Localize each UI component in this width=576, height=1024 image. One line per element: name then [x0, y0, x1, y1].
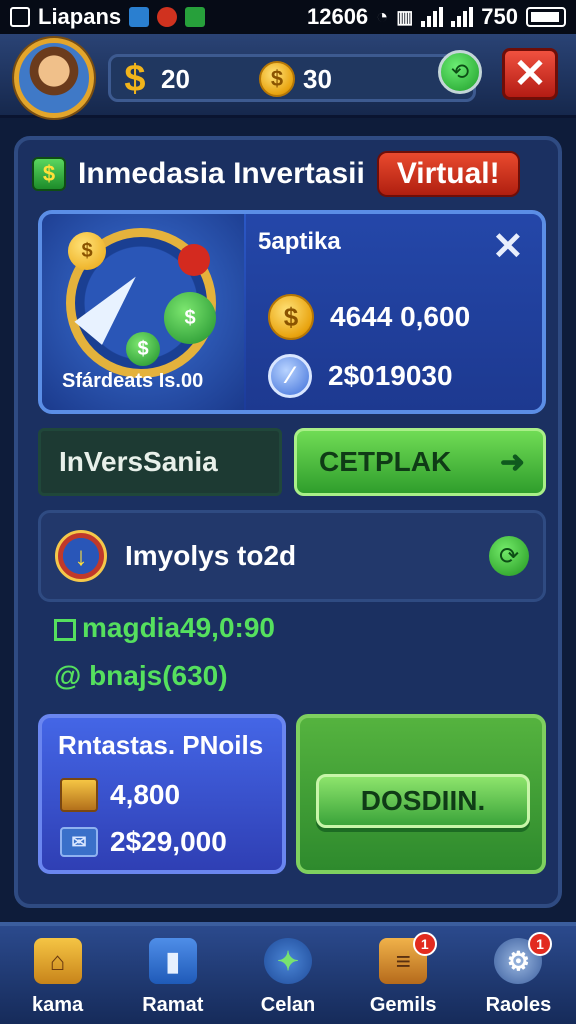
game-notification-icon: [157, 7, 178, 27]
player-avatar[interactable]: [14, 38, 94, 118]
green-line-2: @ bnajs(630): [54, 660, 228, 691]
card-label: Sfárdeats Is.00: [62, 370, 204, 392]
currency-1: $ 20: [117, 57, 190, 100]
action-button[interactable]: CETPLAK ➜: [294, 428, 546, 496]
shield-icon: ↓: [55, 530, 107, 582]
carrier-label: Liapans: [38, 4, 122, 29]
chest-icon: [60, 778, 98, 812]
rental-row-2: ✉ 2$29,000: [60, 826, 227, 858]
nav-label: Raoles: [485, 994, 552, 1016]
nav-label: kama: [32, 994, 84, 1016]
nav-label: Gemils: [369, 994, 437, 1016]
currency-bar: $ 20 $ 30: [108, 54, 476, 102]
blue-token-icon: ⁄: [268, 354, 312, 398]
refresh-icon[interactable]: ⟳: [489, 536, 529, 576]
coin-icon: $: [259, 61, 295, 97]
invest-label: InVersSania: [38, 428, 282, 496]
info-text: Imyolys to2d: [125, 540, 297, 571]
vibrate-icon: ▥: [396, 6, 414, 27]
notification-badge: 1: [412, 932, 437, 956]
nav-item-raoles[interactable]: ⚙ 1 Raoles: [461, 926, 576, 1024]
panel-title-row: $ Inmedasia Invertasii Virtual!: [32, 150, 552, 198]
currency-1-value: 20: [161, 63, 190, 94]
rental-card[interactable]: Rntastas. PNoils 4,800 ✉ 2$29,000: [38, 714, 286, 874]
rental-value-1: 4,800: [110, 779, 181, 810]
investment-panel: $ Inmedasia Invertasii Virtual! $ $ $ Sf…: [14, 136, 562, 908]
investment-card[interactable]: $ $ $ Sfárdeats Is.00 5aptika ✕ $ 4644 0…: [38, 210, 546, 414]
picture-icon: [10, 7, 30, 27]
battery-percent: 750: [481, 4, 518, 29]
nav-item-ramat[interactable]: ▮ Ramat: [115, 926, 230, 1024]
clock-label: 12606: [306, 4, 369, 29]
dosdin-button[interactable]: DOSDIIN.: [316, 774, 530, 828]
signal-2-icon: [451, 7, 474, 27]
currency-2-value: 30: [303, 63, 332, 94]
nav-item-home[interactable]: ⌂ kama: [0, 926, 115, 1024]
action-button-label: CETPLAK: [319, 446, 452, 477]
square-icon: [54, 618, 76, 641]
coin-icon: $: [268, 294, 314, 340]
nav-label: Celan: [260, 994, 316, 1016]
status-left: Liapans: [10, 4, 206, 30]
nav-item-celan[interactable]: ✦ Celan: [230, 926, 345, 1024]
card-value-2: 2$019030: [328, 360, 453, 391]
book-icon: ▮: [148, 938, 197, 984]
info-row[interactable]: ↓ Imyolys to2d ⟳: [38, 510, 546, 602]
dosdin-panel: DOSDIIN.: [296, 714, 546, 874]
globe-icon: ✦: [264, 938, 312, 984]
card-stat-2: ⁄ 2$019030: [268, 354, 453, 398]
nav-item-gemils[interactable]: ≡ 1 Gemils: [346, 926, 461, 1024]
card-details: 5aptika ✕ $ 4644 0,600 ⁄ 2$019030: [246, 214, 542, 410]
bottom-nav: ⌂ kama ▮ Ramat ✦ Celan ≡ 1 Gemils ⚙ 1 Ra…: [0, 922, 576, 1024]
home-icon: ⌂: [33, 938, 82, 984]
check-notification-icon: [185, 7, 206, 27]
status-right: 12606 ◔ ▥ 750: [307, 4, 566, 30]
green-line-1: magdia49,0:90: [54, 612, 275, 644]
gold-coin-icon: $: [68, 232, 106, 270]
card-value-1: 4644 0,600: [330, 301, 471, 332]
battery-icon: [526, 7, 566, 27]
close-button[interactable]: ✕: [502, 48, 558, 100]
app-notification-icon: [129, 7, 150, 27]
wifi-icon: ◔: [376, 5, 389, 28]
red-pin-icon: [178, 244, 210, 276]
action-row: InVersSania CETPLAK ➜: [38, 428, 546, 498]
dollar-icon: $: [124, 57, 146, 100]
ticket-icon: ✉: [60, 827, 98, 857]
rental-title: Rntastas. PNoils: [58, 730, 264, 760]
green-line-1-text: magdia49,0:90: [82, 612, 275, 643]
rental-row-1: 4,800: [60, 778, 180, 812]
compass-illustration: $ $ $ Sfárdeats Is.00: [42, 214, 244, 410]
card-stat-1: $ 4644 0,600: [268, 294, 470, 340]
nav-label: Ramat: [142, 994, 204, 1016]
card-close-icon[interactable]: ✕: [492, 224, 524, 269]
add-currency-icon[interactable]: ⟲: [438, 50, 482, 94]
small-green-coin-icon: $: [126, 332, 160, 366]
rental-value-2: 2$29,000: [110, 826, 227, 857]
top-header: $ 20 $ 30 ⟲ ✕: [0, 34, 576, 118]
virtual-badge: Virtual!: [376, 151, 520, 197]
arrow-right-icon: ➜: [499, 445, 525, 479]
money-icon: $: [32, 157, 66, 191]
card-name: 5aptika: [258, 228, 341, 255]
panel-title: Inmedasia Invertasii: [78, 157, 365, 190]
notification-badge: 1: [528, 932, 553, 956]
signal-icon: [421, 7, 444, 27]
currency-2: $ 30: [259, 61, 332, 97]
status-bar: Liapans 12606 ◔ ▥ 750: [0, 0, 576, 34]
green-coin-icon: $: [164, 292, 216, 344]
